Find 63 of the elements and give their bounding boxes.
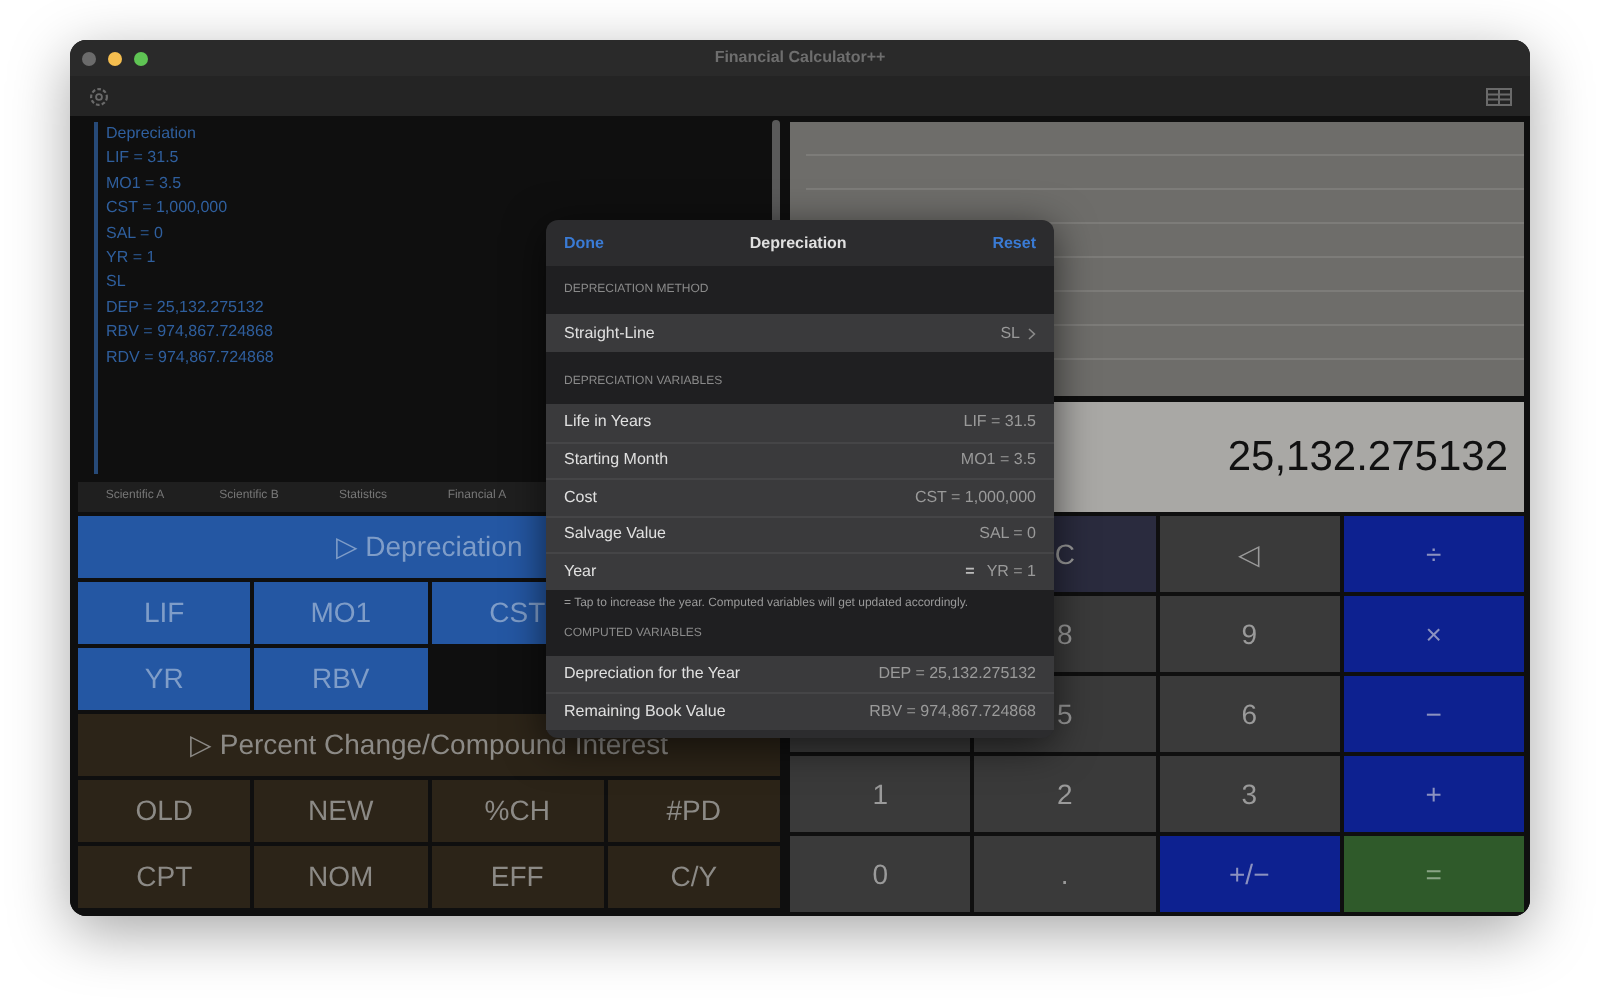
variable-row[interactable]: Remaining Book Value RBV = 974,867.724868 (546, 692, 1054, 729)
variable-value: YR = 1 (986, 559, 1036, 584)
function-key[interactable]: C/Y (607, 846, 780, 908)
function-key[interactable]: OLD (78, 780, 251, 842)
keypad-key[interactable]: 9 (1159, 596, 1340, 672)
year-marker: = (965, 559, 975, 584)
keypad-key[interactable]: +/− (1159, 836, 1340, 912)
reset-button[interactable]: Reset (992, 231, 1036, 255)
variable-value: CST = 1,000,000 (914, 485, 1036, 510)
keypad-key[interactable]: ÷ (1343, 516, 1524, 592)
keypad-key[interactable]: 0 (790, 836, 971, 912)
method-row[interactable]: Straight-Line SL (546, 314, 1054, 352)
variable-value: SAL = 0 (979, 522, 1036, 547)
popover-title: Depreciation (749, 231, 847, 255)
keypad-key[interactable]: 6 (1159, 676, 1340, 752)
variable-value: MO1 = 3.5 (960, 448, 1036, 473)
tape-line: DEP = 25,132.275132 (106, 295, 266, 320)
close-button[interactable] (82, 51, 96, 65)
function-key[interactable]: YR (78, 648, 251, 710)
keypad-key[interactable]: 3 (1159, 756, 1340, 832)
variable-row[interactable]: Cost CST = 1,000,000 (546, 478, 1054, 515)
function-key[interactable]: MO1 (254, 582, 427, 644)
variable-row[interactable]: Depreciation for the Year DEP = 25,132.275132 (546, 655, 1054, 692)
method-label: Straight-Line (564, 321, 655, 345)
tape-line: YR = 1 (106, 246, 158, 271)
keypad-key[interactable]: 2 (974, 756, 1155, 832)
keypad-key[interactable]: ◁ (1159, 516, 1340, 592)
display-value: 25,132.275132 (1227, 431, 1508, 484)
tape-line: MO1 = 3.5 (106, 171, 184, 196)
keypad-key[interactable]: − (1343, 676, 1524, 752)
function-key[interactable]: LIF (78, 582, 251, 644)
tape-line: LIF = 31.5 (106, 146, 181, 171)
keypad-key[interactable]: . (974, 836, 1155, 912)
function-key[interactable]: NEW (254, 780, 427, 842)
tape-line: RBV = 974,867.724868 (106, 320, 274, 345)
variable-value: LIF = 31.5 (963, 410, 1036, 435)
function-key[interactable]: %CH (431, 780, 604, 842)
keypad-key[interactable]: × (1343, 596, 1524, 672)
tape-line: SAL = 0 (106, 221, 165, 246)
variable-row[interactable]: Salvage Value SAL = 0 (546, 515, 1054, 552)
keypad-key[interactable]: 1 (790, 756, 971, 832)
function-key[interactable]: EFF (431, 846, 604, 908)
variable-row[interactable]: Year = YR = 1 (546, 552, 1054, 589)
variable-row[interactable]: Starting Month MO1 = 3.5 (546, 441, 1054, 478)
tape-line: SL (106, 270, 128, 295)
zoom-button[interactable] (134, 51, 148, 65)
chevron-icon (1028, 327, 1036, 339)
window-title: Financial Calculator++ (714, 46, 886, 70)
function-key[interactable]: #PD (607, 780, 780, 842)
function-key[interactable]: NOM (254, 846, 427, 908)
tape-line: CST = 1,000,000 (106, 196, 230, 221)
done-button[interactable]: Done (564, 231, 604, 255)
method-value: SL (1000, 321, 1020, 345)
settings-icon[interactable] (88, 85, 110, 107)
minimize-button[interactable] (108, 51, 122, 65)
keypad-key[interactable]: + (1343, 756, 1524, 832)
tape-line: RDV = 974,867.724868 (106, 345, 274, 370)
variable-row[interactable]: Life in Years LIF = 31.5 (546, 404, 1054, 441)
table-icon[interactable] (1486, 87, 1512, 105)
tape-line: Depreciation (106, 122, 198, 146)
function-key[interactable]: CPT (78, 846, 251, 908)
keypad-key[interactable]: = (1343, 836, 1524, 912)
function-key[interactable]: RBV (254, 648, 427, 710)
